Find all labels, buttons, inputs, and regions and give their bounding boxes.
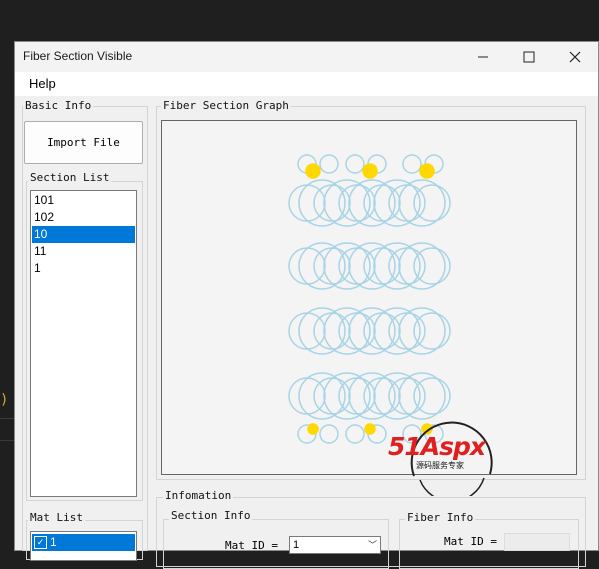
fiber-circle	[319, 154, 339, 174]
close-icon	[569, 51, 581, 63]
fiber-circle	[373, 307, 421, 355]
brand-name: 51Aspx	[388, 432, 486, 461]
section-list-item-selected[interactable]: 10	[32, 226, 135, 243]
fiber-circle	[373, 179, 421, 227]
close-button[interactable]	[552, 42, 598, 72]
maximize-button[interactable]	[506, 42, 552, 72]
fiber-section-graph-label: Fiber Section Graph	[161, 99, 291, 112]
fiber-info-label: Fiber Info	[405, 511, 476, 524]
brand-tagline: 源码服务专家	[416, 461, 464, 470]
rebar-point	[419, 163, 435, 179]
fiber-circle	[298, 372, 346, 420]
fiber-circle	[398, 242, 446, 290]
maximize-icon	[523, 51, 535, 63]
fiber-circle	[298, 179, 346, 227]
fiber-circle	[319, 424, 339, 444]
fiber-circle	[402, 154, 422, 174]
minimize-icon	[478, 56, 488, 58]
fiber-circle	[323, 372, 371, 420]
rebar-point	[364, 423, 376, 435]
menu-help[interactable]: Help	[29, 76, 56, 91]
rebar-point	[305, 163, 321, 179]
section-list-item[interactable]: 102	[32, 209, 135, 226]
fiber-circle	[398, 307, 446, 355]
import-file-button[interactable]: Import File	[24, 121, 143, 164]
checkbox-icon[interactable]: ✓	[34, 536, 47, 550]
fiber-mat-id-label: Mat ID =	[444, 535, 497, 548]
rebar-point	[362, 163, 378, 179]
fiber-circle	[323, 179, 371, 227]
rebar-point	[307, 423, 319, 435]
fiber-circle	[298, 307, 346, 355]
background-code-glyph: )	[0, 392, 9, 408]
section-mat-id-select[interactable]: 1 ﹀	[289, 536, 381, 554]
information-label: Infomation	[163, 489, 234, 502]
fiber-circle	[348, 179, 396, 227]
fiber-section-drawing	[288, 154, 451, 444]
section-listbox[interactable]: 101 102 10 11 1	[30, 190, 137, 497]
background-divider	[0, 418, 14, 419]
fiber-circle	[345, 424, 365, 444]
menu-bar: Help	[15, 72, 598, 96]
fiber-circle	[345, 154, 365, 174]
fiber-mat-id-field	[504, 533, 570, 551]
section-info-label: Section Info	[169, 509, 253, 522]
fiber-circle	[348, 372, 396, 420]
fiber-circle	[398, 179, 446, 227]
fiber-circle	[323, 242, 371, 290]
mat-listbox[interactable]: ✓ 1	[30, 531, 137, 561]
title-bar[interactable]: Fiber Section Visible	[15, 42, 598, 72]
section-list-item[interactable]: 11	[32, 243, 135, 260]
minimize-button[interactable]	[460, 42, 506, 72]
section-list-item[interactable]: 1	[32, 260, 135, 277]
section-list-item[interactable]: 101	[32, 192, 135, 209]
mat-list-item[interactable]: ✓ 1	[32, 534, 135, 551]
mat-list-label: Mat List	[28, 511, 85, 524]
background-divider	[0, 440, 14, 441]
basic-info-label: Basic Info	[23, 99, 94, 112]
watermark-logo: 51Aspx 源码服务专家	[388, 404, 512, 503]
fiber-circle	[348, 307, 396, 355]
fiber-section-canvas[interactable]	[161, 120, 577, 475]
section-list-label: Section List	[28, 171, 112, 184]
fiber-circle	[348, 242, 396, 290]
fiber-circle	[323, 307, 371, 355]
fiber-circle	[373, 242, 421, 290]
fiber-circle	[298, 242, 346, 290]
window-title: Fiber Section Visible	[23, 49, 133, 63]
section-mat-id-label: Mat ID =	[225, 539, 278, 552]
